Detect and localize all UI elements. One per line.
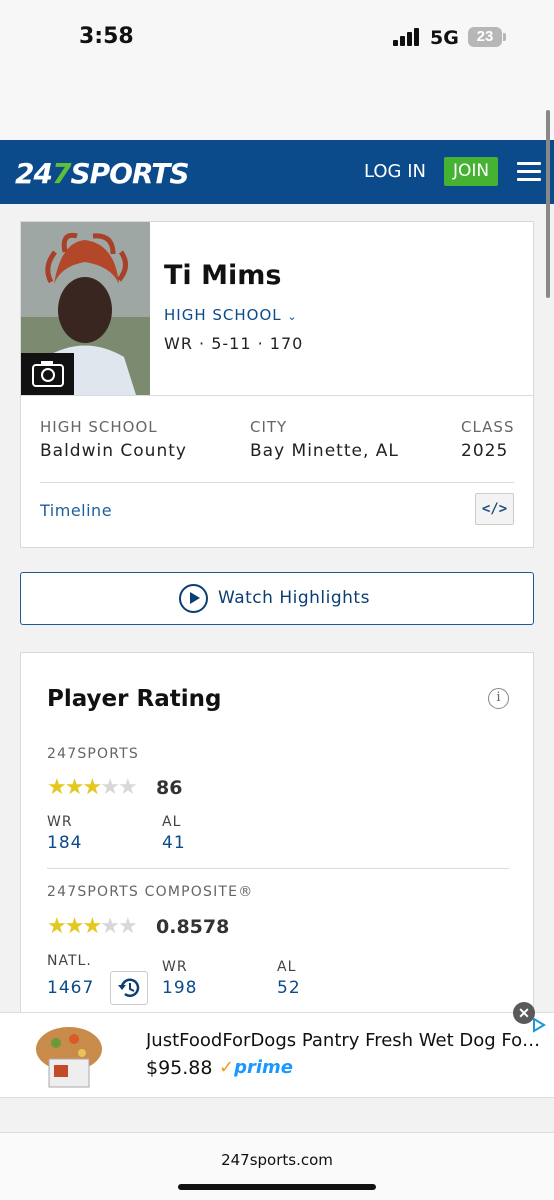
info-icon[interactable]: i bbox=[488, 688, 509, 709]
star-rating: ★★★★★ bbox=[47, 774, 138, 800]
high-school-dropdown[interactable]: HIGH SCHOOL ⌄ bbox=[164, 306, 298, 324]
star-filled-icon: ★ bbox=[47, 774, 67, 799]
status-bar: 3:58 5G 23 bbox=[0, 0, 554, 140]
ad-banner[interactable]: JustFoodForDogs Pantry Fresh Wet Dog Foo… bbox=[0, 1012, 554, 1098]
star-rating: ★★★★★ bbox=[47, 913, 138, 939]
247sports-rating-label: 247SPORTS bbox=[47, 746, 140, 762]
prime-badge: ✓prime bbox=[219, 1057, 293, 1078]
position-line: WR · 5-11 · 170 bbox=[164, 334, 304, 353]
site-header: 247SPORTS LOG IN JOIN bbox=[0, 140, 554, 204]
247sports-score: 86 bbox=[156, 777, 183, 799]
battery-icon: 23 bbox=[468, 27, 502, 47]
player-profile-card: Ti Mims HIGH SCHOOL ⌄ WR · 5-11 · 170 HI… bbox=[20, 221, 534, 548]
star-empty-icon: ★ bbox=[117, 774, 138, 799]
class-value: 2025 bbox=[461, 441, 509, 461]
divider bbox=[47, 868, 509, 869]
camera-icon[interactable] bbox=[21, 353, 74, 395]
city-value: Bay Minette, AL bbox=[250, 441, 399, 461]
rank-label-al: AL bbox=[277, 959, 297, 975]
divider bbox=[21, 395, 533, 396]
home-indicator[interactable] bbox=[178, 1184, 376, 1190]
composite-rating-label: 247SPORTS COMPOSITE® bbox=[47, 884, 254, 900]
city-label: CITY bbox=[250, 418, 288, 436]
rank-label-wr: WR bbox=[47, 814, 73, 830]
star-empty-icon: ★ bbox=[117, 913, 138, 938]
star-filled-icon: ★ bbox=[82, 913, 102, 938]
scrollbar[interactable] bbox=[546, 110, 550, 298]
rank-history-icon[interactable] bbox=[110, 971, 148, 1005]
player-name: Ti Mims bbox=[164, 260, 282, 291]
divider bbox=[40, 482, 514, 483]
star-empty-icon: ★ bbox=[100, 913, 120, 938]
embed-code-button[interactable]: </> bbox=[475, 493, 514, 525]
ad-price: $95.88 bbox=[146, 1057, 213, 1079]
rank-value-al[interactable]: 52 bbox=[277, 978, 301, 998]
ad-title[interactable]: JustFoodForDogs Pantry Fresh Wet Dog Foo… bbox=[146, 1030, 546, 1051]
timeline-link[interactable]: Timeline bbox=[40, 501, 112, 520]
chevron-down-icon: ⌄ bbox=[287, 310, 298, 323]
battery-tip bbox=[503, 33, 506, 41]
network-type: 5G bbox=[430, 27, 459, 49]
star-filled-icon: ★ bbox=[82, 774, 102, 799]
url-text: 247sports.com bbox=[221, 1151, 333, 1169]
watch-highlights-button[interactable]: Watch Highlights bbox=[20, 572, 534, 625]
high-school-label: HIGH SCHOOL bbox=[40, 418, 158, 436]
signal-icon bbox=[393, 28, 423, 46]
login-link[interactable]: LOG IN bbox=[364, 161, 426, 182]
rank-value-al[interactable]: 41 bbox=[162, 833, 186, 853]
high-school-value: Baldwin County bbox=[40, 441, 187, 461]
class-label: CLASS bbox=[461, 418, 515, 436]
status-time: 3:58 bbox=[79, 24, 134, 49]
rank-value-wr[interactable]: 198 bbox=[162, 978, 197, 998]
rank-label-wr: WR bbox=[162, 959, 188, 975]
rank-value-wr[interactable]: 184 bbox=[47, 833, 82, 853]
player-rating-card: Player Rating i 247SPORTS ★★★★★ 86 WR 18… bbox=[20, 652, 534, 1022]
rank-label-al: AL bbox=[162, 814, 182, 830]
watch-highlights-label: Watch Highlights bbox=[218, 588, 370, 608]
rank-label-natl: NATL. bbox=[47, 953, 92, 969]
composite-score: 0.8578 bbox=[156, 916, 230, 938]
player-photo[interactable] bbox=[21, 222, 150, 395]
site-logo[interactable]: 247SPORTS bbox=[15, 157, 190, 190]
star-filled-icon: ★ bbox=[47, 913, 67, 938]
star-filled-icon: ★ bbox=[64, 913, 85, 938]
adchoices-icon[interactable] bbox=[531, 1017, 547, 1033]
star-empty-icon: ★ bbox=[100, 774, 120, 799]
player-rating-title: Player Rating bbox=[47, 686, 222, 712]
join-button[interactable]: JOIN bbox=[444, 157, 498, 186]
play-icon bbox=[179, 584, 208, 613]
star-filled-icon: ★ bbox=[64, 774, 85, 799]
hamburger-menu-icon[interactable] bbox=[517, 162, 541, 182]
rank-value-natl[interactable]: 1467 bbox=[47, 978, 94, 998]
ad-product-image[interactable] bbox=[34, 1021, 104, 1091]
